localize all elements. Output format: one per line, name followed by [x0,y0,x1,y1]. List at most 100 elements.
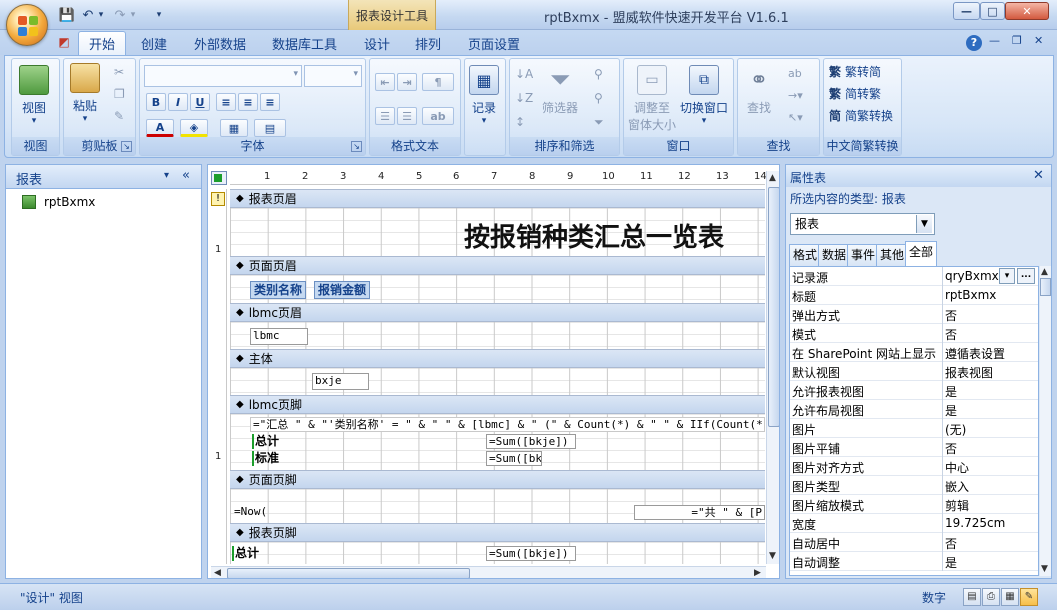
numbering-icon[interactable]: ☰ [375,107,395,125]
scroll-left-icon[interactable]: ◀ [214,568,221,578]
sort-ascending-icon[interactable]: ↓A [515,67,533,81]
nav-dropdown-icon[interactable]: ▾ [164,170,169,181]
lbmc-textbox[interactable]: lbmc [250,328,308,345]
property-value[interactable]: 嵌入 [945,478,1037,495]
bullets-icon[interactable]: ☰ [397,107,417,125]
align-left-icon[interactable]: ≡ [216,93,236,111]
print-preview-icon[interactable]: ⎙ [982,588,1000,606]
redo-icon[interactable]: ↷ [112,6,128,24]
now-textbox[interactable]: =Now() [232,505,268,520]
property-value[interactable]: 是 [945,554,1037,571]
page-header-area[interactable] [230,275,765,303]
design-view-icon[interactable]: ✎ [1020,588,1038,606]
tab-create[interactable]: 创建 [131,31,177,55]
clipboard-launcher-icon[interactable]: ↘ [121,141,132,152]
property-row[interactable]: 图片对齐方式 中心 [790,457,1038,476]
scroll-right-icon[interactable]: ▶ [754,568,761,578]
cut-icon[interactable]: ✂ [114,65,124,79]
increase-indent-icon[interactable]: ⇥ [397,73,417,91]
property-value[interactable]: 是 [945,402,1037,419]
property-value[interactable]: qryBxmx [945,269,1005,283]
property-value[interactable]: 遵循表设置 [945,345,1037,362]
property-value[interactable]: 19.725cm [945,516,1037,530]
tab-design[interactable]: 设计 [354,31,400,55]
sort-descending-icon[interactable]: ↓Z [515,91,533,105]
property-row[interactable]: 自动居中 否 [790,533,1038,552]
property-row[interactable]: 图片类型 嵌入 [790,476,1038,495]
switch-windows-button[interactable]: ⧉ 切换窗口 ▾ [680,65,728,126]
bold-button[interactable]: B [146,93,166,111]
ribbon-minimize-icon[interactable]: — [989,34,1000,47]
tab-other[interactable]: 其他 [876,244,909,266]
replace-icon[interactable]: ab [788,67,802,80]
property-row[interactable]: 在 SharePoint 网站上显示 遵循表设置 [790,343,1038,362]
property-value[interactable]: (无) [945,421,1037,438]
props-scroll-up-icon[interactable]: ▲ [1041,267,1048,277]
filter-button[interactable]: ⏷ 筛选器 [542,65,578,116]
records-button[interactable]: ▦ 记录 ▾ [469,65,499,126]
section-page-footer[interactable]: ◆ 页面页脚 [230,470,765,489]
section-report-header[interactable]: ◆ 报表页眉 [230,189,765,208]
section-page-header[interactable]: ◆ 页面页眉 [230,256,765,275]
group-header-area[interactable] [230,322,765,349]
props-scroll-down-icon[interactable]: ▼ [1041,564,1048,574]
align-right-icon[interactable]: ≡ [260,93,280,111]
paste-button[interactable]: 粘贴 ▾ [70,63,100,124]
report-view-icon[interactable]: ▤ [963,588,981,606]
office-button[interactable] [6,4,48,46]
property-value[interactable]: 剪辑 [945,497,1037,514]
selection-combo[interactable]: 报表 [790,213,935,235]
group-sum-textbox[interactable]: =Sum([bkje]) [486,434,576,449]
group-std-sum-textbox[interactable]: =Sum([bkj [486,451,542,466]
property-row[interactable]: 允许报表视图 是 [790,381,1038,400]
bxje-textbox[interactable]: bxje [312,373,369,390]
find-button[interactable]: ⚭ 查找 [744,65,774,116]
horizontal-ruler[interactable]: 1 2 3 4 5 6 7 8 9 10 11 12 13 14 [230,171,767,185]
save-icon[interactable]: 💾 [58,6,76,24]
grand-total-label[interactable]: 总计 [232,546,259,561]
property-row[interactable]: 图片 (无) [790,419,1038,438]
property-value[interactable]: rptBxmx [945,288,1037,302]
minimize-button[interactable]: — [953,2,980,20]
horizontal-scrollbar[interactable]: ◀ ▶ [211,566,766,578]
tab-home[interactable]: 开始 [78,31,127,55]
group-total-label[interactable]: 总计 [252,434,279,449]
ltr-icon[interactable]: ¶ [422,73,454,91]
scroll-down-icon[interactable]: ▼ [769,551,776,561]
nav-title[interactable]: 报表 [16,169,42,188]
ribbon-restore-icon[interactable]: ❐ [1012,34,1022,47]
layout-view-icon[interactable]: ▦ [1001,588,1019,606]
customize-qat-icon[interactable]: ▾ [154,6,164,24]
detail-area[interactable] [230,368,765,395]
goto-icon[interactable]: →▾ [788,89,803,102]
redo-dropdown-icon[interactable]: ▾ [128,6,138,24]
select-icon[interactable]: ↖▾ [788,111,803,124]
font-launcher-icon[interactable]: ↘ [351,141,362,152]
property-row[interactable]: 默认视图 报表视图 [790,362,1038,381]
property-row[interactable]: 图片平铺 否 [790,438,1038,457]
traditional-to-simplified-button[interactable]: 繁繁转简 [829,63,881,80]
nav-item-rptbxmx[interactable]: rptBxmx [22,195,95,209]
close-button[interactable]: ✕ [1005,2,1049,20]
property-value[interactable]: 否 [945,440,1037,457]
builder-button[interactable]: ... [1017,268,1035,284]
vertical-scrollbar[interactable]: ▲ ▼ [766,171,779,564]
grand-sum-textbox[interactable]: =Sum([bkje]) [486,546,576,561]
property-value[interactable]: 是 [945,383,1037,400]
maximize-button[interactable]: □ [980,2,1005,20]
report-selector[interactable] [211,171,227,185]
tab-page-setup[interactable]: 页面设置 [458,31,530,55]
property-list-scrollbar[interactable]: ▲ ▼ [1040,266,1051,576]
gridlines-icon[interactable]: ▦ [220,119,248,137]
simplified-to-traditional-button[interactable]: 繁简转繁 [829,85,881,102]
vertical-scroll-thumb[interactable] [768,187,779,427]
warning-icon[interactable]: ! [211,192,225,206]
font-name-combo[interactable] [144,65,302,87]
tab-external-data[interactable]: 外部数据 [184,31,256,55]
property-row[interactable]: 图片缩放模式 剪辑 [790,495,1038,514]
tab-arrange[interactable]: 排列 [405,31,451,55]
section-detail[interactable]: ◆ 主体 [230,349,765,368]
property-value[interactable]: 否 [945,326,1037,343]
property-row[interactable]: 宽度 19.725cm [790,514,1038,533]
fill-color-icon[interactable]: ◈ [180,119,208,137]
